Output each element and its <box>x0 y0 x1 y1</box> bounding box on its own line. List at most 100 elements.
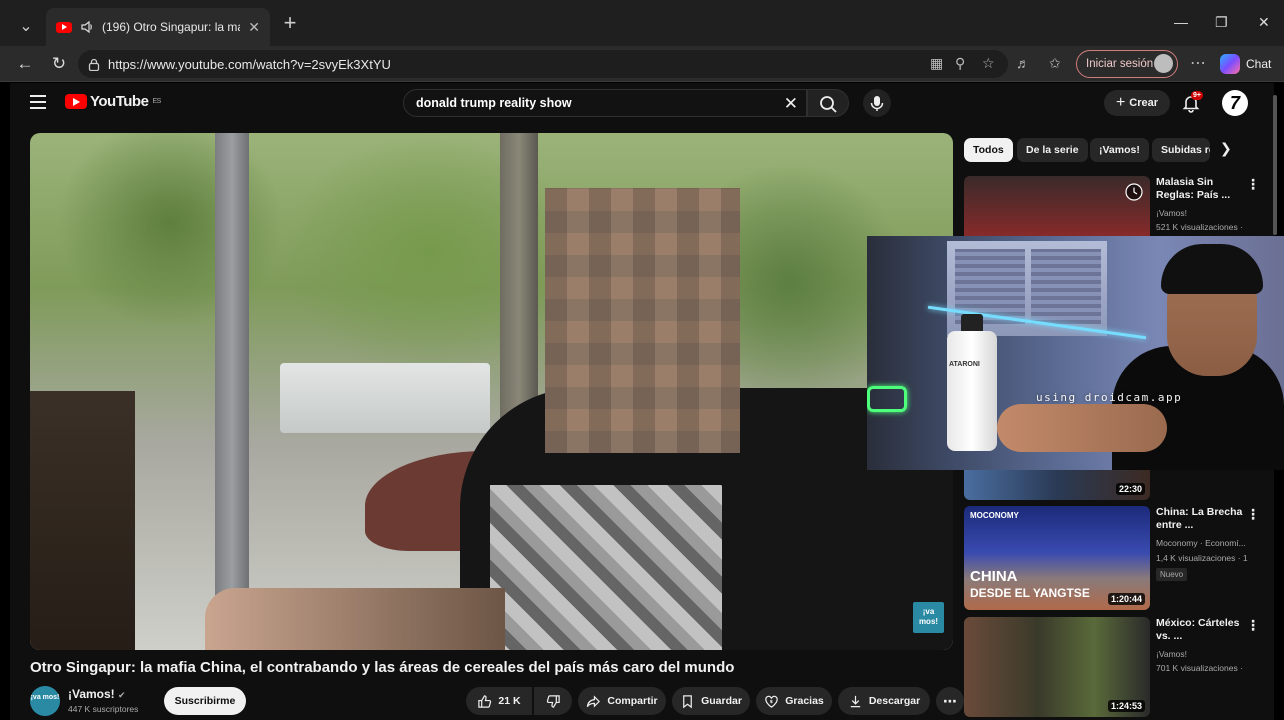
share-arrow-icon <box>587 694 601 708</box>
address-toolbar: ← ↻ https://www.youtube.com/watch?v=2svy… <box>0 46 1284 82</box>
recommendation-thumbnail[interactable]: 1:24:53 <box>964 617 1150 717</box>
plus-icon: + <box>1115 94 1126 111</box>
recommendation-channel[interactable]: ¡Vamos! <box>1156 208 1187 218</box>
microphone-icon <box>870 96 884 111</box>
heart-dollar-icon: $ <box>765 695 778 708</box>
recommendation-title[interactable]: China: La Brecha entre ... <box>1156 506 1244 532</box>
create-label: Crear <box>1129 97 1159 109</box>
speaker-icon[interactable] <box>80 20 94 34</box>
more-horizontal-icon: ⋯ <box>943 692 957 709</box>
recommendation-meta: 521 K visualizaciones · <box>1156 222 1243 232</box>
chip-vamos[interactable]: ¡Vamos! <box>1090 138 1149 162</box>
dislike-button[interactable] <box>534 687 572 715</box>
notification-count: 9+ <box>1191 91 1203 100</box>
clear-search-icon[interactable]: ✕ <box>784 94 798 114</box>
new-tab-button[interactable]: + <box>278 12 302 36</box>
svg-text:$: $ <box>770 698 773 704</box>
recommendation-title[interactable]: México: Cárteles vs. ... <box>1156 617 1244 643</box>
maximize-icon[interactable]: ❐ <box>1215 14 1228 31</box>
video-player[interactable]: ¡va mos! <box>30 133 953 650</box>
account-avatar[interactable]: 7 <box>1222 90 1248 116</box>
recommendation-item[interactable]: MOCONOMY CHINA DESDE EL YANGTSE 1:20:44 … <box>964 506 1264 612</box>
create-button[interactable]: + Crear <box>1104 90 1170 116</box>
video-title: Otro Singapur: la mafia China, el contra… <box>30 659 735 676</box>
search-button[interactable] <box>807 89 849 117</box>
chip-recent-uploads[interactable]: Subidas re <box>1152 138 1210 162</box>
back-arrow-icon[interactable]: ← <box>14 53 36 75</box>
share-button[interactable]: Compartir <box>578 687 666 715</box>
webcam-watermark: using droidcam.app <box>1036 391 1183 404</box>
more-actions-button[interactable]: ⋯ <box>936 687 964 715</box>
download-icon <box>850 695 860 707</box>
recommendation-channel[interactable]: Moconomy · Economí... <box>1156 538 1246 548</box>
copilot-icon <box>1220 54 1240 74</box>
recommendation-item[interactable]: 1:24:53 México: Cárteles vs. ... ¡Vamos!… <box>964 617 1264 720</box>
copilot-chat-button[interactable]: Chat <box>1216 50 1280 78</box>
thumbnail-headline: CHINA <box>970 568 1018 585</box>
bottle-label: ATARONI <box>949 361 980 368</box>
app-install-icon[interactable]: ▦ <box>930 55 943 72</box>
video-duration: 1:24:53 <box>1107 700 1145 712</box>
like-count: 21 K <box>498 695 521 707</box>
channel-name[interactable]: ¡Vamos! ✔ <box>68 687 126 701</box>
subscriber-count: 447 K suscriptores <box>68 704 139 714</box>
signin-button[interactable]: Iniciar sesión <box>1076 50 1178 78</box>
youtube-logo[interactable]: YouTube ES <box>65 93 161 110</box>
thumbnail-brand: MOCONOMY <box>970 511 1019 520</box>
bookmark-icon <box>683 694 692 708</box>
recommendation-title[interactable]: Malasia Sin Reglas: País ... <box>1156 176 1244 202</box>
chip-all[interactable]: Todos <box>964 138 1013 162</box>
watch-later-icon[interactable] <box>1124 182 1144 202</box>
media-control-icon[interactable]: ♬ <box>1016 55 1030 71</box>
share-label: Compartir <box>607 695 658 707</box>
chevron-down-icon: ⌄ <box>19 18 33 35</box>
menu-icon[interactable] <box>30 95 46 109</box>
subscribe-button[interactable]: Suscribirme <box>164 687 246 715</box>
favorites-icon[interactable]: ✩ <box>1049 55 1061 72</box>
recommendation-thumbnail[interactable]: MOCONOMY CHINA DESDE EL YANGTSE 1:20:44 <box>964 506 1150 610</box>
voice-search-button[interactable] <box>863 89 891 117</box>
save-button[interactable]: Guardar <box>672 687 750 715</box>
zoom-icon[interactable]: ⚲ <box>955 55 965 72</box>
thanks-label: Gracias <box>785 695 824 707</box>
tab-actions-menu-button[interactable]: ⌄ <box>12 12 40 40</box>
recommendation-item[interactable]: Malasia Sin Reglas: País ... ¡Vamos! 521… <box>964 176 1264 236</box>
close-tab-icon[interactable]: ✕ <box>248 19 260 36</box>
video-duration: 1:20:44 <box>1107 593 1145 605</box>
address-bar[interactable]: https://www.youtube.com/watch?v=2svyEk3X… <box>78 50 1008 78</box>
more-vertical-icon[interactable]: ⋮ <box>1246 506 1260 523</box>
channel-watermark[interactable]: ¡va mos! <box>913 602 944 633</box>
minimize-icon[interactable]: — <box>1174 14 1188 30</box>
browser-tab[interactable]: (196) Otro Singapur: la mafia C ✕ <box>46 8 270 46</box>
search-icon <box>820 96 837 113</box>
webcam-overlay: ATARONI using droidcam.app <box>867 236 1284 470</box>
lock-icon <box>88 58 100 71</box>
search-query: donald trump reality show <box>416 96 572 110</box>
recommendation-channel[interactable]: ¡Vamos! <box>1156 649 1187 659</box>
favorite-star-icon[interactable]: ☆ <box>982 55 995 72</box>
youtube-favicon-icon <box>56 21 72 33</box>
channel-avatar[interactable]: ¡va mos! <box>30 686 60 716</box>
more-vertical-icon[interactable]: ⋮ <box>1246 617 1260 634</box>
browser-tab-bar: ⌄ (196) Otro Singapur: la mafia C ✕ + — … <box>0 0 1284 46</box>
recommendation-thumbnail[interactable] <box>964 176 1150 236</box>
chevron-right-icon[interactable]: ❯ <box>1220 140 1232 157</box>
more-options-icon[interactable]: ⋯ <box>1190 53 1206 73</box>
download-button[interactable]: Descargar <box>838 687 930 715</box>
more-vertical-icon[interactable]: ⋮ <box>1246 176 1260 193</box>
close-window-icon[interactable]: ✕ <box>1258 14 1270 31</box>
save-label: Guardar <box>701 695 742 707</box>
url-text: https://www.youtube.com/watch?v=2svyEk3X… <box>108 56 391 72</box>
like-button[interactable]: 21 K <box>466 687 532 715</box>
chat-label: Chat <box>1246 57 1272 71</box>
reload-icon[interactable]: ↻ <box>48 53 70 75</box>
tab-title: (196) Otro Singapur: la mafia C <box>102 20 240 34</box>
page-scrollbar[interactable] <box>1273 95 1277 235</box>
recommendation-meta: 1,4 K visualizaciones · 1 <box>1156 553 1248 563</box>
chip-series[interactable]: De la serie <box>1017 138 1088 162</box>
new-badge: Nuevo <box>1156 568 1188 581</box>
search-input[interactable]: donald trump reality show ✕ <box>403 89 807 117</box>
youtube-region: ES <box>152 98 161 105</box>
thanks-button[interactable]: $ Gracias <box>756 687 832 715</box>
profile-avatar-icon <box>1154 54 1173 73</box>
